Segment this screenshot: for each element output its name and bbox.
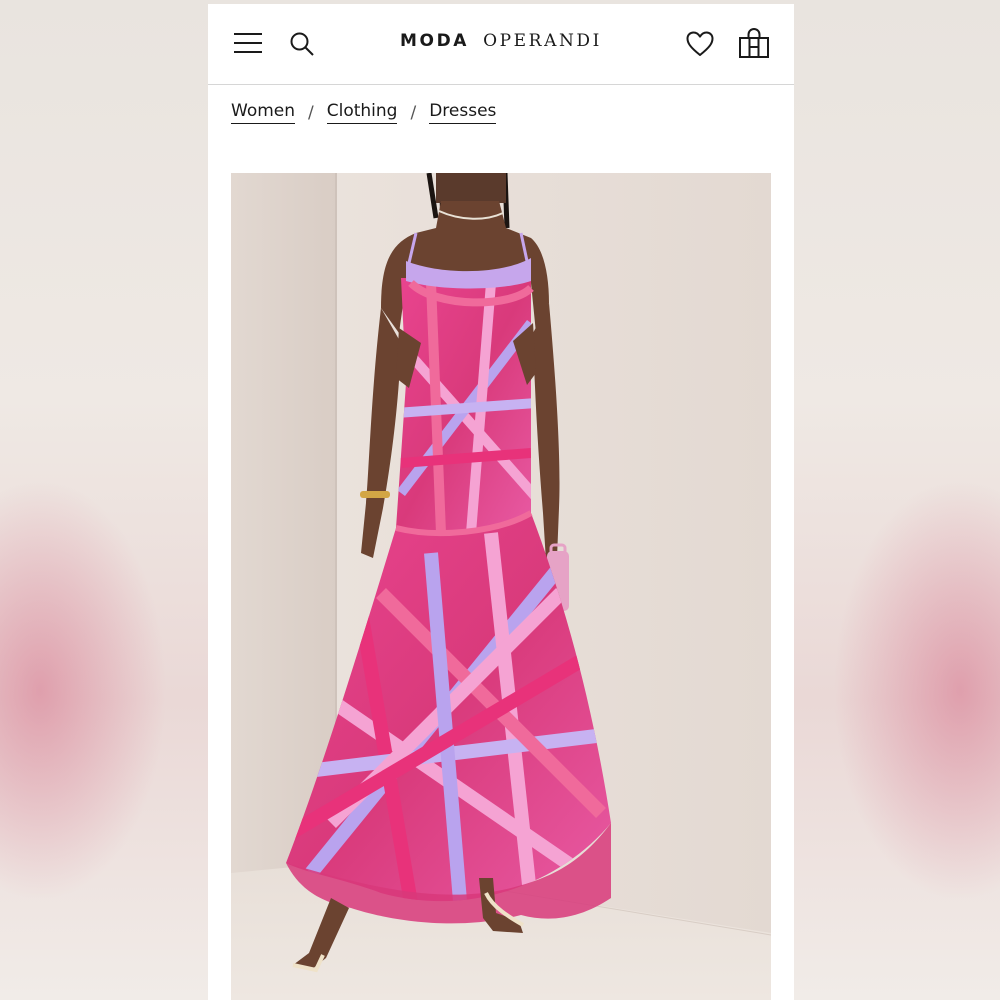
- product-photo: [231, 173, 771, 1000]
- breadcrumb-women[interactable]: Women: [231, 101, 296, 124]
- wishlist-button[interactable]: [683, 27, 717, 61]
- logo-text-operandi: OPERANDI: [483, 31, 602, 51]
- breadcrumb-separator: /: [410, 102, 417, 123]
- heart-icon: [686, 31, 714, 56]
- logo-text-moda: MODA: [400, 31, 470, 51]
- shopping-bag-button[interactable]: [737, 26, 771, 60]
- breadcrumb-dresses[interactable]: Dresses: [429, 101, 497, 124]
- breadcrumb-separator: /: [308, 102, 314, 123]
- breadcrumb: Women / Clothing / Dresses: [231, 101, 497, 124]
- breadcrumb-clothing[interactable]: Clothing: [326, 101, 398, 124]
- mobile-page: MODA OPERANDI Women / Clothing / Dresses: [208, 4, 794, 1000]
- site-header: MODA OPERANDI: [208, 4, 794, 85]
- product-image[interactable]: [231, 173, 771, 1000]
- shopping-bag-icon: [739, 27, 769, 58]
